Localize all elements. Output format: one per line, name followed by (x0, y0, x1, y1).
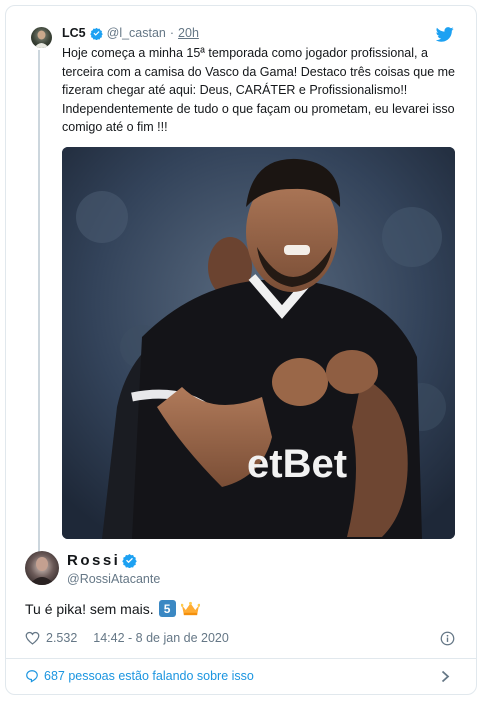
verified-badge-icon (89, 27, 103, 40)
keycap-five-emoji: 5 (158, 600, 176, 617)
conversation-count-label[interactable]: 687 pessoas estão falando sobre isso (44, 669, 254, 683)
chevron-right-icon[interactable] (441, 670, 450, 683)
crown-emoji-icon (180, 601, 200, 615)
separator-dot: · (169, 26, 175, 40)
conversation-link[interactable]: 687 pessoas estão falando sobre isso (25, 669, 254, 683)
reply-author-name[interactable]: Rossi (67, 552, 120, 569)
like-count[interactable]: 2.532 (46, 631, 77, 645)
twitter-bird-icon[interactable] (436, 27, 454, 42)
author-handle[interactable]: @l_castan (107, 26, 166, 40)
reply-author-handle[interactable]: @RossiAtacante (67, 572, 160, 586)
footer-divider (5, 658, 477, 659)
lc5-avatar[interactable] (31, 27, 52, 48)
reply-meta: 2.532 14:42 - 8 de jan de 2020 (25, 631, 229, 645)
reply-text: Tu é pika! sem mais. (25, 600, 154, 617)
verified-badge-icon (122, 553, 138, 568)
tweet-photo[interactable]: etBet (62, 147, 455, 539)
reply-text-row: Tu é pika! sem mais. 5 (25, 600, 200, 617)
speech-bubble-icon (26, 670, 38, 683)
reply-timestamp[interactable]: 14:42 - 8 de jan de 2020 (93, 631, 229, 645)
tweet-header: LC5 @l_castan · 20h (62, 26, 199, 40)
info-icon[interactable] (440, 631, 455, 646)
tweet-time[interactable]: 20h (178, 26, 199, 40)
heart-icon[interactable] (25, 631, 40, 645)
shirt-sponsor-text: etBet (247, 442, 347, 486)
rossi-avatar[interactable] (25, 551, 59, 585)
reply-author-name-row: Rossi (67, 552, 138, 569)
author-name[interactable]: LC5 (62, 26, 86, 40)
thread-connector-line (38, 50, 40, 558)
tweet-text: Hoje começa a minha 15ª temporada como j… (62, 46, 455, 134)
